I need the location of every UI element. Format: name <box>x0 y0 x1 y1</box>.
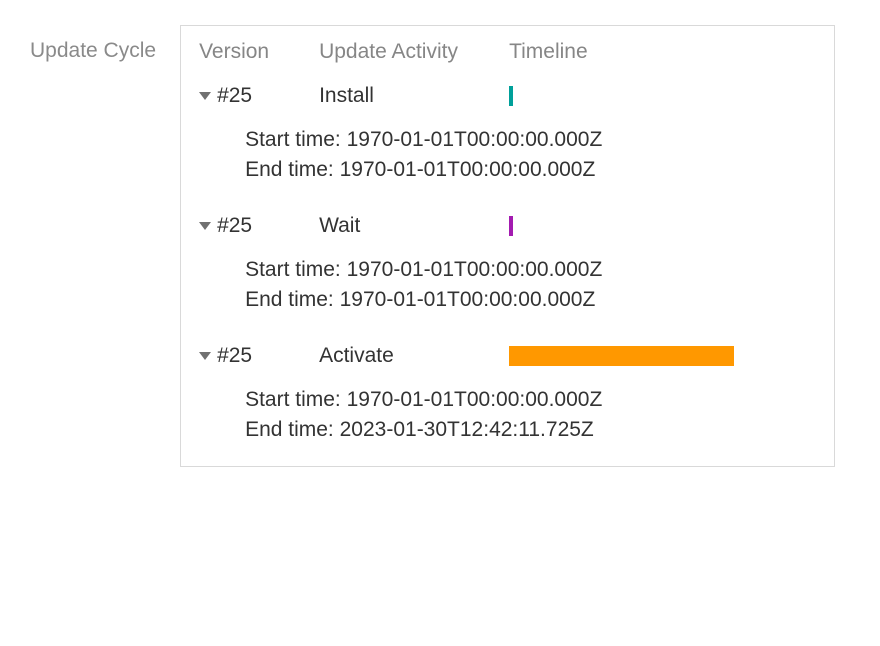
expand-toggle[interactable]: #25 <box>199 84 319 108</box>
header-version: Version <box>199 40 319 64</box>
end-time-value: 1970-01-01T00:00:00.000Z <box>340 288 596 311</box>
activity-text: Wait <box>319 214 509 238</box>
start-time-label: Start time: <box>245 388 341 411</box>
activity-text: Install <box>319 84 509 108</box>
section-label: Update Cycle <box>30 25 156 63</box>
header-activity: Update Activity <box>319 40 509 64</box>
timeline-bar <box>509 216 513 236</box>
table-row: #25 Wait Start time: 1970-01-01T00:00:00… <box>199 202 816 326</box>
expand-toggle[interactable]: #25 <box>199 214 319 238</box>
start-time-value: 1970-01-01T00:00:00.000Z <box>347 258 603 281</box>
header-timeline: Timeline <box>509 40 816 64</box>
row-detail: Start time: 1970-01-01T00:00:00.000Z End… <box>199 374 816 456</box>
table-row: #25 Install Start time: 1970-01-01T00:00… <box>199 72 816 196</box>
table-row: #25 Activate Start time: 1970-01-01T00:0… <box>199 332 816 456</box>
activity-text: Activate <box>319 344 509 368</box>
end-time-label: End time: <box>245 288 334 311</box>
version-text: #25 <box>217 344 252 368</box>
version-text: #25 <box>217 214 252 238</box>
row-detail: Start time: 1970-01-01T00:00:00.000Z End… <box>199 114 816 196</box>
start-time-value: 1970-01-01T00:00:00.000Z <box>347 128 603 151</box>
caret-down-icon <box>199 352 211 360</box>
end-time-label: End time: <box>245 158 334 181</box>
timeline-bar <box>509 346 734 366</box>
caret-down-icon <box>199 92 211 100</box>
end-time-value: 2023-01-30T12:42:11.725Z <box>340 418 594 441</box>
end-time-value: 1970-01-01T00:00:00.000Z <box>340 158 596 181</box>
row-detail: Start time: 1970-01-01T00:00:00.000Z End… <box>199 244 816 326</box>
timeline-bar <box>509 86 513 106</box>
timeline-cell <box>509 344 816 368</box>
end-time-label: End time: <box>245 418 334 441</box>
start-time-label: Start time: <box>245 258 341 281</box>
caret-down-icon <box>199 222 211 230</box>
update-cycle-panel: Version Update Activity Timeline #25 Ins… <box>180 25 835 467</box>
start-time-label: Start time: <box>245 128 341 151</box>
timeline-cell <box>509 84 816 108</box>
start-time-value: 1970-01-01T00:00:00.000Z <box>347 388 603 411</box>
table-header: Version Update Activity Timeline <box>199 40 816 64</box>
timeline-cell <box>509 214 816 238</box>
version-text: #25 <box>217 84 252 108</box>
expand-toggle[interactable]: #25 <box>199 344 319 368</box>
